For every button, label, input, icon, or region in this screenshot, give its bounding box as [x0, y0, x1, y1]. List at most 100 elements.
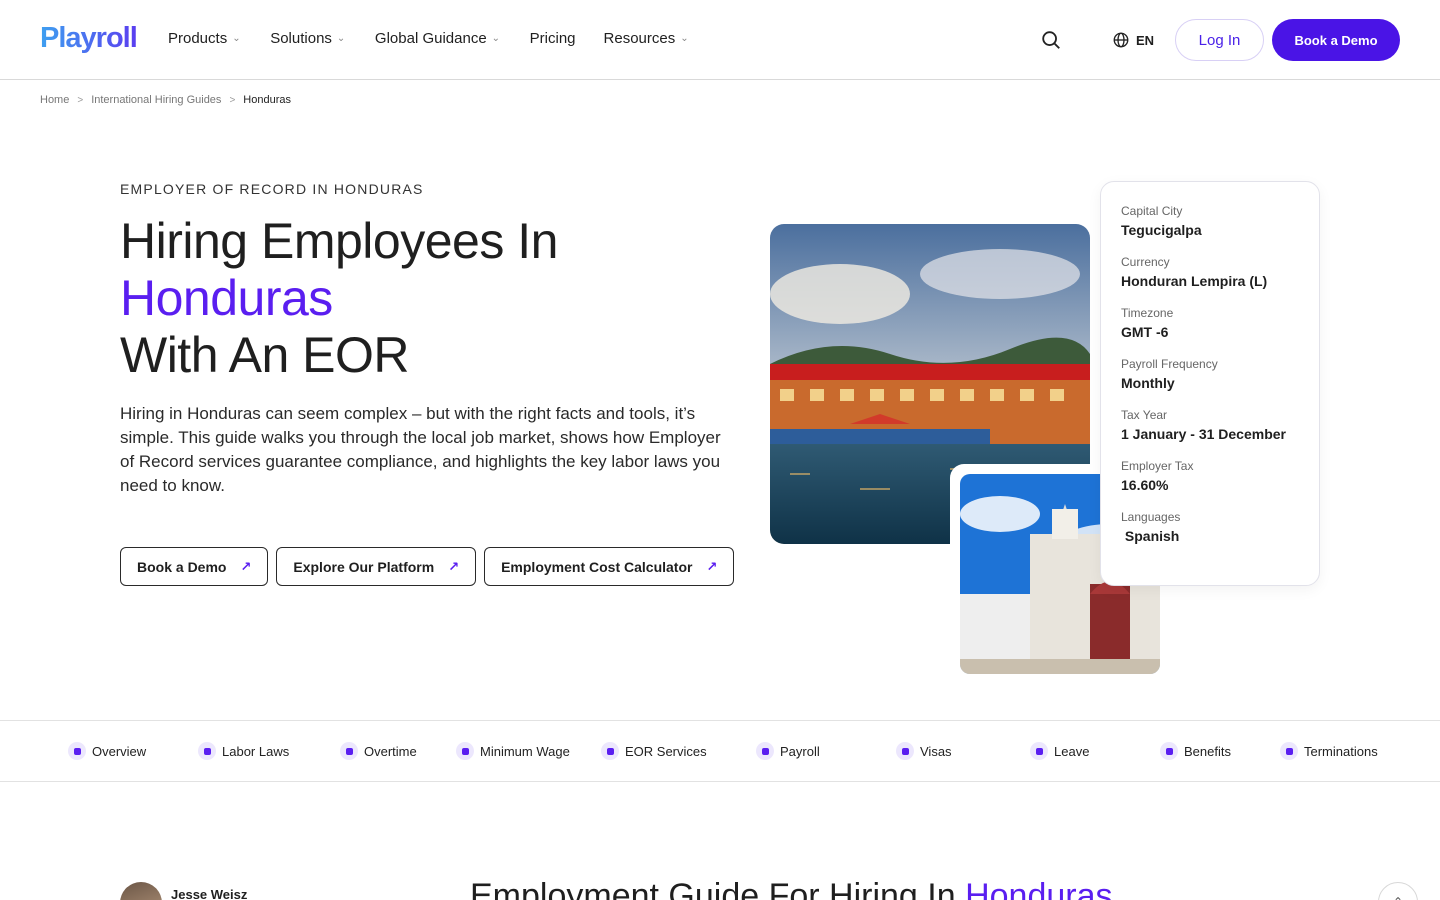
breadcrumb-home[interactable]: Home: [40, 94, 69, 106]
scale-icon: [198, 742, 216, 760]
title-accent: Honduras: [120, 270, 333, 326]
fact-value: 16.60%: [1121, 477, 1169, 493]
tab-label: Leave: [1054, 743, 1090, 759]
title-line: Hiring Employees In: [120, 213, 558, 269]
main-nav: Products ⌄ Solutions ⌄ Global Guidance ⌄ Pr…: [168, 30, 718, 47]
nav-resources[interactable]: Resources ⌄: [604, 30, 691, 47]
clock-icon: [340, 742, 358, 760]
avatar: [120, 882, 162, 900]
tab-label: Visas: [920, 743, 952, 759]
fact-label: Timezone: [1121, 306, 1174, 320]
tab-label: Benefits: [1184, 743, 1231, 759]
tab-visas[interactable]: Visas: [896, 742, 952, 760]
arrow-up-right-icon: ↗: [448, 558, 460, 574]
nav-label: Pricing: [529, 30, 576, 47]
nav-label: Products: [168, 30, 228, 47]
tab-leave[interactable]: Leave: [1030, 742, 1089, 760]
fact-label: Capital City: [1121, 204, 1183, 218]
fact-currency: Currency Honduran Lempira (L): [1121, 255, 1299, 289]
tab-label: Minimum Wage: [480, 743, 570, 759]
book-demo-button[interactable]: Book a Demo ↗: [120, 547, 269, 586]
scroll-to-top-button[interactable]: ⌃: [1378, 882, 1418, 900]
fact-value: Tegucigalpa: [1121, 222, 1202, 238]
fact-value: 1 January - 31 December: [1121, 426, 1286, 442]
tab-eor-services[interactable]: EOR Services: [601, 742, 707, 760]
chevron-right-icon: >: [77, 94, 84, 106]
tab-label: Terminations: [1304, 743, 1378, 759]
nav-solutions[interactable]: Solutions ⌄: [270, 30, 347, 47]
fact-label: Languages: [1121, 510, 1181, 524]
tab-terminations[interactable]: Terminations: [1280, 742, 1378, 760]
hero-description: Hiring in Honduras can seem complex – bu…: [120, 404, 721, 495]
chevron-down-icon: ⌄: [336, 32, 346, 44]
tab-benefits[interactable]: Benefits: [1160, 742, 1231, 760]
arrow-up-right-icon: ↗: [240, 558, 252, 574]
cta-label: Employment Cost Calculator: [501, 558, 693, 575]
tab-minimum-wage[interactable]: Minimum Wage: [456, 742, 570, 760]
fact-value: Spanish: [1121, 528, 1180, 544]
coin-icon: [456, 742, 474, 760]
fact-label: Payroll Frequency: [1121, 357, 1218, 371]
heart-icon: [1160, 742, 1178, 760]
fact-tax-year: Tax Year 1 January - 31 December: [1121, 408, 1299, 442]
nav-products[interactable]: Products ⌄: [168, 30, 242, 47]
location-pin-icon: [601, 742, 619, 760]
fact-label: Tax Year: [1121, 408, 1168, 422]
guide-title-accent: Honduras: [965, 877, 1113, 900]
login-button[interactable]: Log In: [1175, 19, 1264, 61]
chevron-right-icon: >: [229, 94, 236, 106]
chevron-up-icon: ⌃: [1393, 895, 1403, 900]
tab-overtime[interactable]: Overtime: [340, 742, 417, 760]
tab-label: Labor Laws: [222, 743, 290, 759]
title-line: With An EOR: [120, 327, 410, 383]
fact-languages: Languages Spanish: [1121, 510, 1299, 544]
fact-label: Employer Tax: [1121, 459, 1194, 473]
calendar-icon: [1280, 742, 1298, 760]
suitcase-icon: [1030, 742, 1048, 760]
breadcrumb: Home > International Hiring Guides > Hon…: [40, 94, 291, 106]
fact-payroll-frequency: Payroll Frequency Monthly: [1121, 357, 1299, 391]
chevron-down-icon: ⌄: [232, 32, 241, 44]
language-code: EN: [1136, 32, 1155, 48]
tab-label: EOR Services: [625, 743, 707, 759]
language-selector[interactable]: EN: [1112, 31, 1154, 49]
fact-employer-tax: Employer Tax 16.60%: [1121, 459, 1299, 493]
fact-value: Honduran Lempira (L): [1121, 273, 1268, 289]
fact-value: GMT -6: [1121, 324, 1169, 340]
nav-global-guidance[interactable]: Global Guidance ⌄: [375, 30, 502, 47]
tab-payroll[interactable]: Payroll: [756, 742, 820, 760]
nav-label: Resources: [603, 30, 676, 47]
cta-row: Book a Demo ↗ Explore Our Platform ↗ Emplo…: [120, 547, 735, 586]
site-header: Playroll Products ⌄ Solutions ⌄ Global Gui…: [0, 0, 1440, 80]
country-facts-card: Capital City Tegucigalpa Currency Honduran…: [1100, 181, 1320, 586]
hero-eyebrow: EMPLOYER OF RECORD IN HONDURAS: [120, 181, 424, 197]
section-tabs: Overview Labor Laws Overtime Minimum Wag…: [0, 720, 1440, 782]
tab-label: Overview: [92, 743, 147, 759]
chevron-down-icon: ⌄: [680, 32, 689, 44]
cost-calculator-button[interactable]: Employment Cost Calculator ↗: [484, 547, 735, 586]
nav-label: Solutions: [270, 30, 332, 47]
chevron-down-icon: ⌄: [491, 32, 501, 44]
header-book-demo-button[interactable]: Book a Demo: [1272, 19, 1400, 61]
author-name[interactable]: Jesse Weisz: [171, 887, 247, 900]
nav-pricing[interactable]: Pricing: [530, 30, 576, 47]
tab-overview[interactable]: Overview: [68, 742, 146, 760]
layers-icon: [68, 742, 86, 760]
explore-platform-button[interactable]: Explore Our Platform ↗: [276, 547, 477, 586]
breadcrumb-hiring-guides[interactable]: International Hiring Guides: [91, 94, 221, 106]
author-byline: Jesse Weisz: [120, 882, 247, 900]
playroll-logo[interactable]: Playroll: [40, 22, 138, 55]
cta-label: Book a Demo: [137, 558, 227, 575]
fact-timezone: Timezone GMT -6: [1121, 306, 1299, 340]
document-icon: [896, 742, 914, 760]
breadcrumb-current: Honduras: [243, 94, 291, 106]
tab-labor-laws[interactable]: Labor Laws: [198, 742, 289, 760]
tab-label: Payroll: [780, 743, 820, 759]
page-title: Hiring Employees In Honduras With An EOR: [120, 213, 558, 384]
cta-label: Explore Our Platform: [293, 558, 435, 575]
search-icon[interactable]: [1040, 29, 1062, 51]
globe-icon: [1113, 32, 1129, 48]
dollar-icon: [756, 742, 774, 760]
fact-label: Currency: [1121, 255, 1170, 269]
tab-label: Overtime: [364, 743, 417, 759]
